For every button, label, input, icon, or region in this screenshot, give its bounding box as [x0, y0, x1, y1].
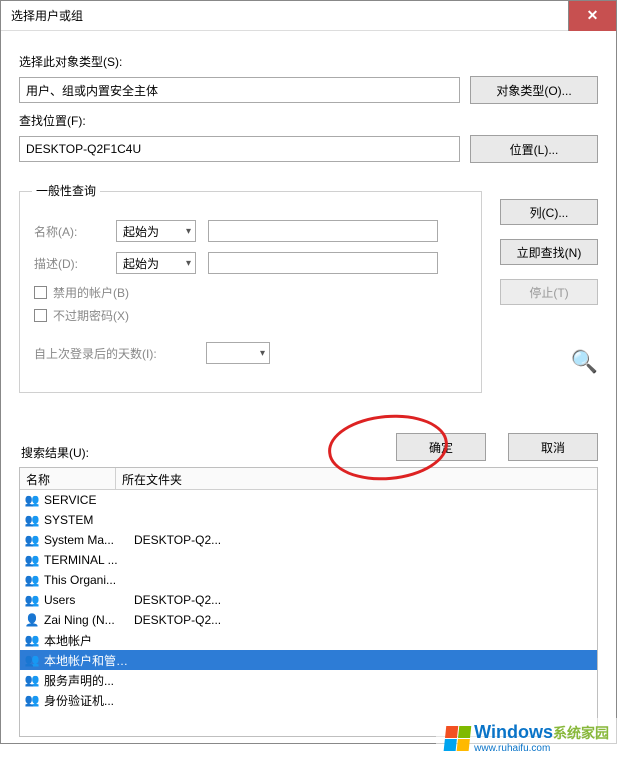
principal-icon: 👥: [24, 633, 40, 647]
desc-match-combo[interactable]: 起始为 ▾: [116, 252, 196, 274]
common-queries-tab: 一般性查询: [32, 182, 100, 199]
list-item[interactable]: 👥 System Ma...DESKTOP-Q2...: [20, 530, 597, 550]
item-name: SERVICE: [44, 493, 134, 507]
object-type-label: 选择此对象类型(S):: [19, 53, 598, 70]
principal-icon: 👥: [24, 593, 40, 607]
locations-button[interactable]: 位置(L)...: [470, 135, 598, 163]
disabled-accounts-label: 禁用的帐户(B): [53, 284, 129, 301]
principal-icon: 👥: [24, 553, 40, 567]
chevron-down-icon: ▾: [186, 226, 191, 237]
days-combo[interactable]: ▾: [206, 342, 270, 364]
disabled-accounts-checkbox[interactable]: [34, 286, 47, 299]
chevron-down-icon: ▾: [186, 258, 191, 269]
location-label: 查找位置(F):: [19, 112, 598, 129]
ok-button[interactable]: 确定: [396, 433, 486, 461]
name-match-value: 起始为: [123, 223, 159, 240]
principal-icon: 👥: [24, 653, 40, 667]
name-input[interactable]: [208, 220, 438, 242]
watermark-url: www.ruhaifu.com: [474, 743, 609, 754]
item-name: 身份验证机...: [44, 692, 134, 709]
search-results-label: 搜索结果(U):: [21, 444, 89, 461]
results-body[interactable]: 👥SERVICE👥SYSTEM👥System Ma...DESKTOP-Q2..…: [20, 490, 597, 736]
object-types-button[interactable]: 对象类型(O)...: [470, 76, 598, 104]
principal-icon: 👥: [24, 493, 40, 507]
list-item[interactable]: 👥 This Organi...: [20, 570, 597, 590]
principal-icon: 👥: [24, 573, 40, 587]
item-name: 服务声明的...: [44, 672, 134, 689]
cancel-button[interactable]: 取消: [508, 433, 598, 461]
close-button[interactable]: ✕: [568, 1, 616, 31]
name-match-combo[interactable]: 起始为 ▾: [116, 220, 196, 242]
principal-icon: 👥: [24, 533, 40, 547]
item-folder: DESKTOP-Q2...: [134, 613, 221, 627]
watermark: Windows系统家园 www.ruhaifu.com: [436, 718, 617, 758]
item-name: System Ma...: [44, 533, 134, 547]
select-user-group-dialog: 选择用户或组 ✕ 选择此对象类型(S): 用户、组或内置安全主体 对象类型(O)…: [0, 0, 617, 744]
principal-icon: 👥: [24, 673, 40, 687]
list-item[interactable]: 👥 服务声明的...: [20, 670, 597, 690]
no-expire-label: 不过期密码(X): [53, 307, 129, 324]
list-item[interactable]: 👥 身份验证机...: [20, 690, 597, 710]
name-label: 名称(A):: [34, 223, 104, 240]
principal-icon: 👥: [24, 513, 40, 527]
dialog-body: 选择此对象类型(S): 用户、组或内置安全主体 对象类型(O)... 查找位置(…: [1, 31, 616, 743]
list-item[interactable]: 👥 SERVICE: [20, 490, 597, 510]
column-folder[interactable]: 所在文件夹: [116, 468, 597, 489]
list-item[interactable]: 👥 本地帐户和管理员组成员: [20, 650, 597, 670]
find-now-button[interactable]: 立即查找(N): [500, 239, 598, 265]
item-name: TERMINAL ...: [44, 553, 134, 567]
column-name[interactable]: 名称: [20, 468, 116, 489]
list-item[interactable]: 👥 UsersDESKTOP-Q2...: [20, 590, 597, 610]
results-header: 名称 所在文件夹: [20, 468, 597, 490]
location-field[interactable]: DESKTOP-Q2F1C4U: [19, 136, 460, 162]
results-list: 名称 所在文件夹 👥SERVICE👥SYSTEM👥System Ma...DES…: [19, 467, 598, 737]
list-item[interactable]: 👤 Zai Ning (N...DESKTOP-Q2...: [20, 610, 597, 630]
item-name: 本地帐户和管理员组成员: [44, 652, 134, 669]
no-expire-checkbox[interactable]: [34, 309, 47, 322]
stop-button: 停止(T): [500, 279, 598, 305]
chevron-down-icon: ▾: [260, 348, 265, 359]
windows-logo-icon: [443, 725, 472, 751]
desc-label: 描述(D):: [34, 255, 104, 272]
item-name: SYSTEM: [44, 513, 134, 527]
columns-button[interactable]: 列(C)...: [500, 199, 598, 225]
item-name: 本地帐户: [44, 632, 134, 649]
days-since-login-label: 自上次登录后的天数(I):: [34, 345, 194, 362]
common-queries-group: 一般性查询 名称(A): 起始为 ▾ 描述(D): 起始为 ▾: [19, 191, 482, 393]
principal-icon: 👥: [24, 693, 40, 707]
list-item[interactable]: 👥 SYSTEM: [20, 510, 597, 530]
title-bar: 选择用户或组 ✕: [1, 1, 616, 31]
search-icon: 🔍: [571, 349, 598, 375]
side-buttons: 列(C)... 立即查找(N) 停止(T) 🔍: [500, 191, 598, 393]
list-item[interactable]: 👥 本地帐户: [20, 630, 597, 650]
list-item[interactable]: 👥 TERMINAL ...: [20, 550, 597, 570]
dialog-title: 选择用户或组: [11, 7, 83, 24]
item-folder: DESKTOP-Q2...: [134, 533, 221, 547]
item-name: This Organi...: [44, 573, 134, 587]
item-name: Users: [44, 593, 134, 607]
item-folder: DESKTOP-Q2...: [134, 593, 221, 607]
item-name: Zai Ning (N...: [44, 613, 134, 627]
object-type-field[interactable]: 用户、组或内置安全主体: [19, 77, 460, 103]
watermark-brand: Windows系统家园: [474, 722, 609, 743]
desc-match-value: 起始为: [123, 255, 159, 272]
principal-icon: 👤: [24, 613, 40, 627]
desc-input[interactable]: [208, 252, 438, 274]
